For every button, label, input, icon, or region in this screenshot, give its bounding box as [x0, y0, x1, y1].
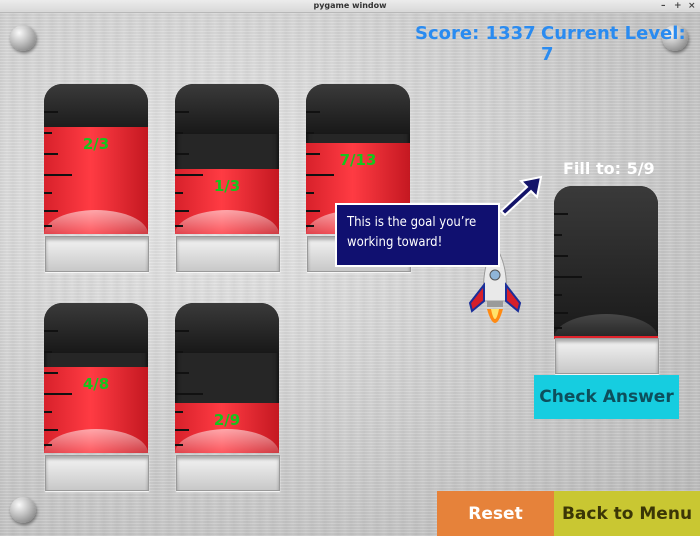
tick-mark: [175, 153, 189, 155]
tick-mark: [44, 210, 58, 212]
window-titlebar: pygame window – + ×: [0, 0, 700, 13]
beaker-base: [176, 455, 280, 491]
tick-mark: [44, 351, 52, 353]
target-beaker[interactable]: [554, 186, 658, 338]
check-answer-button[interactable]: Check Answer: [534, 375, 679, 419]
tick-mark: [175, 330, 189, 332]
tick-mark: [44, 111, 58, 113]
beaker-4[interactable]: 4/8: [44, 303, 148, 453]
close-button[interactable]: ×: [688, 0, 696, 12]
tick-mark: [44, 330, 58, 332]
game-canvas: Score: 1337 Current Level: 7 2/3 1/3 7/1…: [0, 13, 700, 536]
tick-mark: [175, 372, 189, 374]
tick-mark: [554, 294, 562, 296]
beaker-fraction-label: 4/8: [82, 375, 110, 393]
rivet-icon: [10, 25, 36, 51]
beaker-fraction-label: 2/9: [213, 410, 241, 429]
tick-mark: [554, 312, 568, 314]
beaker-base: [45, 236, 149, 272]
tick-mark: [306, 225, 314, 227]
rivet-icon: [10, 497, 36, 523]
tick-mark: [306, 111, 320, 113]
tick-mark: [44, 153, 58, 155]
arrow-icon: [499, 175, 543, 217]
tick-mark: [175, 111, 189, 113]
tick-mark: [175, 210, 189, 212]
tick-mark: [554, 213, 568, 215]
tick-mark: [306, 210, 320, 212]
tick-mark: [175, 444, 183, 446]
beaker-fraction-label: 2/3: [82, 134, 110, 153]
reset-button[interactable]: Reset: [437, 491, 554, 536]
maximize-button[interactable]: +: [674, 0, 682, 12]
minimize-button[interactable]: –: [661, 0, 666, 12]
target-label: Fill to: 5/9: [563, 159, 655, 178]
tick-mark: [306, 174, 334, 176]
tick-mark: [44, 174, 72, 176]
tick-mark: [175, 225, 183, 227]
tick-mark: [175, 132, 183, 134]
beaker-base: [45, 455, 149, 491]
tick-mark: [175, 351, 183, 353]
tooltip-text: This is the goal you’re working toward!: [347, 215, 477, 250]
tick-mark: [44, 429, 58, 431]
tick-mark: [44, 192, 52, 194]
beaker-5[interactable]: 2/9: [175, 303, 279, 453]
tick-mark: [44, 225, 52, 227]
tick-mark: [175, 393, 203, 395]
beaker-2[interactable]: 1/3: [175, 84, 279, 234]
beaker-fraction-label: 7/13: [339, 151, 377, 170]
tick-mark: [554, 234, 562, 236]
tick-mark: [554, 276, 582, 278]
beaker-base: [176, 236, 280, 272]
window-title: pygame window: [313, 1, 387, 10]
beaker-fraction-label: 1/3: [213, 177, 241, 196]
tick-mark: [175, 429, 189, 431]
tick-mark: [175, 174, 203, 176]
tick-mark: [44, 411, 52, 413]
beaker-base: [555, 338, 659, 374]
tick-mark: [306, 192, 314, 194]
tick-mark: [554, 327, 562, 329]
tick-mark: [44, 393, 72, 395]
tick-mark: [554, 255, 568, 257]
tick-mark: [44, 444, 52, 446]
back-to-menu-button[interactable]: Back to Menu: [554, 491, 700, 536]
tutorial-tooltip: This is the goal you’re working toward!: [335, 203, 500, 267]
score-label: Score: 1337: [415, 23, 536, 44]
beaker-1[interactable]: 2/3: [44, 84, 148, 234]
tick-mark: [44, 372, 58, 374]
tick-mark: [306, 132, 314, 134]
level-label: Current Level: 7: [541, 23, 686, 65]
